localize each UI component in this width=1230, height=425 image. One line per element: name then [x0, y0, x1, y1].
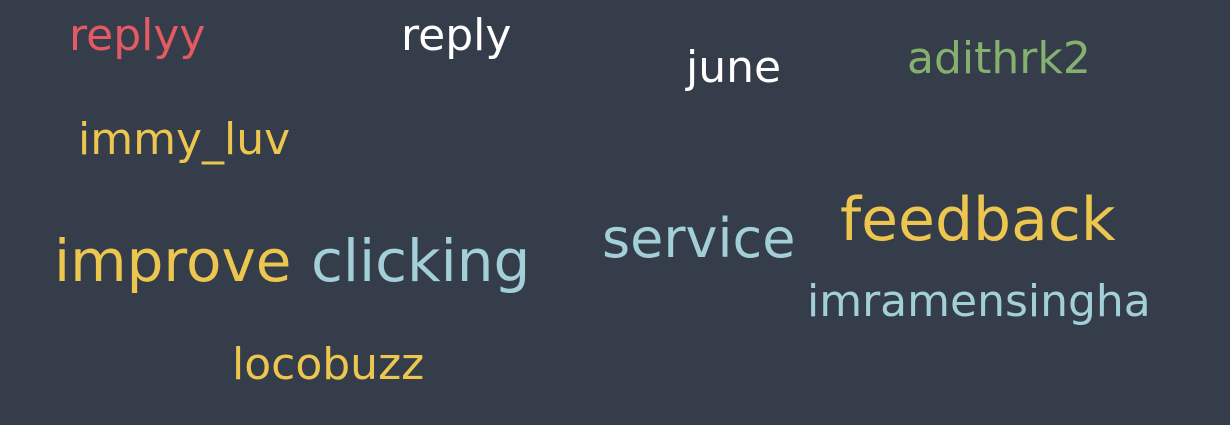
- word-imramensingha: imramensingha: [807, 276, 1151, 327]
- word-service: service: [602, 207, 796, 270]
- word-feedback: feedback: [840, 185, 1116, 255]
- word-adithrk2: adithrk2: [907, 33, 1091, 84]
- word-immy-luv: immy_luv: [78, 114, 291, 165]
- word-cloud: replyy reply june adithrk2 immy_luv impr…: [0, 0, 1230, 425]
- word-clicking: clicking: [311, 227, 531, 295]
- word-june: june: [686, 42, 782, 93]
- word-locobuzz: locobuzz: [232, 339, 425, 390]
- word-reply: reply: [401, 10, 512, 61]
- word-replyy: replyy: [69, 10, 206, 61]
- word-improve: improve: [54, 227, 292, 295]
